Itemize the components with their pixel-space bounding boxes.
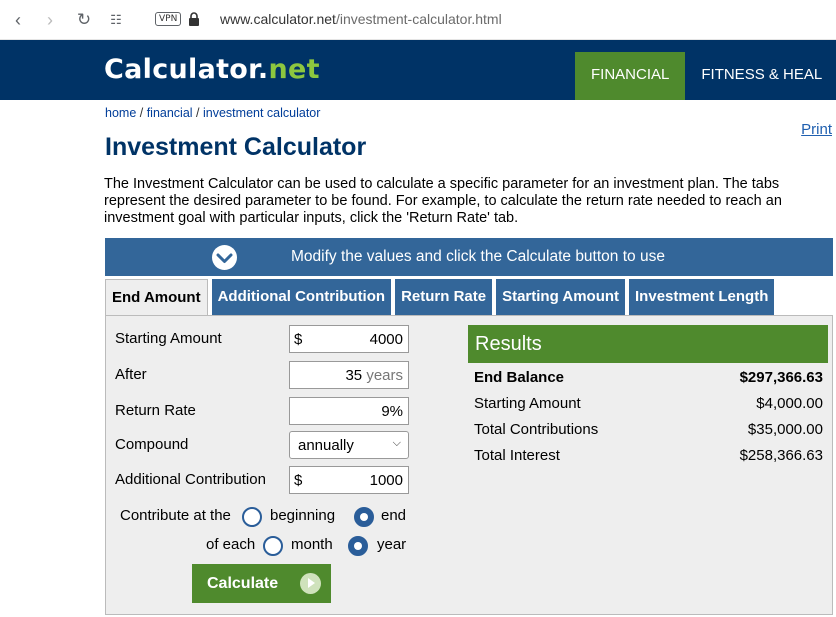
- currency-prefix: $: [294, 331, 303, 348]
- logo-dot: .: [257, 54, 269, 85]
- site-logo[interactable]: Calculator.net: [104, 54, 320, 85]
- page-title: Investment Calculator: [105, 133, 367, 161]
- tab-end-amount[interactable]: End Amount: [105, 279, 208, 316]
- after-value-wrap: 35 years: [345, 367, 403, 384]
- after-years-input[interactable]: 35 years: [289, 361, 409, 389]
- starting-amount-input[interactable]: $ 4000: [289, 325, 409, 353]
- year-label[interactable]: year: [377, 536, 406, 553]
- after-label: After: [115, 366, 147, 383]
- starting-amount-label: Starting Amount: [115, 330, 222, 347]
- results-header: Results: [468, 325, 828, 363]
- compound-label: Compound: [115, 436, 189, 453]
- contribute-at-label: Contribute at the: [120, 507, 231, 524]
- result-label: Starting Amount: [474, 395, 581, 412]
- intro-text: The Investment Calculator can be used to…: [104, 176, 782, 226]
- banner-text: Modify the values and click the Calculat…: [291, 248, 665, 265]
- url-path: /investment-calculator.html: [335, 11, 502, 27]
- url-host: www.calculator.net: [220, 11, 336, 27]
- after-value: 35: [345, 367, 363, 384]
- starting-amount-value: 4000: [369, 331, 403, 348]
- radio-month[interactable]: [263, 536, 283, 556]
- of-each-label: of each: [206, 536, 256, 553]
- end-label[interactable]: end: [381, 507, 406, 524]
- address-bar[interactable]: www.calculator.net/investment-calculator…: [220, 11, 502, 27]
- month-label[interactable]: month: [291, 536, 333, 553]
- play-arrow-icon: [300, 573, 321, 594]
- breadcrumb-home[interactable]: home: [105, 106, 136, 120]
- years-unit: years: [366, 367, 403, 384]
- result-label: Total Contributions: [474, 421, 599, 438]
- breadcrumb-sep: /: [192, 106, 203, 120]
- modify-banner[interactable]: Modify the values and click the Calculat…: [105, 238, 833, 276]
- radio-end[interactable]: [354, 507, 374, 527]
- result-value: $258,366.63: [739, 447, 823, 464]
- lock-icon: [189, 12, 199, 26]
- calculator-panel: Starting Amount $ 4000 After 35 years Re…: [105, 315, 833, 615]
- logo-main: Calculator: [104, 54, 258, 85]
- result-value: $297,366.63: [739, 369, 823, 386]
- calculate-button[interactable]: Calculate: [192, 564, 331, 603]
- chevron-down-icon[interactable]: [212, 245, 237, 270]
- breadcrumb-sep: /: [136, 106, 147, 120]
- radio-beginning[interactable]: [242, 507, 262, 527]
- compound-select[interactable]: annually ⌵: [289, 431, 409, 459]
- tab-investment-length[interactable]: Investment Length: [629, 279, 775, 316]
- currency-prefix: $: [294, 472, 303, 489]
- breadcrumb: home / financial / investment calculator: [105, 106, 320, 120]
- result-label: End Balance: [474, 369, 565, 386]
- back-arrow-icon[interactable]: ‹: [6, 8, 30, 32]
- forward-arrow-icon[interactable]: ›: [38, 8, 62, 32]
- radio-year[interactable]: [348, 536, 368, 556]
- result-label: Total Interest: [474, 447, 560, 464]
- vpn-badge[interactable]: VPN: [155, 12, 182, 26]
- tab-starting-amount[interactable]: Starting Amount: [496, 279, 626, 316]
- calculator-tabs: End Amount Additional Contribution Retur…: [105, 279, 778, 316]
- logo-net: net: [268, 54, 320, 85]
- breadcrumb-current[interactable]: investment calculator: [203, 106, 320, 120]
- return-rate-label: Return Rate: [115, 402, 196, 419]
- breadcrumb-financial[interactable]: financial: [147, 106, 193, 120]
- browser-toolbar: ‹ › ↻ ☷ VPN www.calculator.net/investmen…: [0, 0, 836, 40]
- top-nav: FINANCIAL FITNESS & HEAL: [575, 52, 836, 100]
- beginning-label[interactable]: beginning: [270, 507, 335, 524]
- nav-fitness-health[interactable]: FITNESS & HEAL: [685, 52, 836, 100]
- chevron-down-icon: ⌵: [392, 437, 401, 449]
- result-value: $4,000.00: [756, 395, 823, 412]
- tabs-grid-icon[interactable]: ☷: [104, 8, 128, 32]
- tab-additional-contribution[interactable]: Additional Contribution: [211, 279, 392, 316]
- calculate-label: Calculate: [207, 575, 279, 592]
- nav-financial[interactable]: FINANCIAL: [575, 52, 686, 100]
- additional-contribution-input[interactable]: $ 1000: [289, 466, 409, 494]
- site-header: Calculator.net FINANCIAL FITNESS & HEAL: [0, 40, 836, 100]
- additional-contribution-value: 1000: [369, 472, 403, 489]
- return-rate-input[interactable]: 9%: [289, 397, 409, 425]
- additional-contribution-label: Additional Contribution: [115, 471, 266, 488]
- reload-icon[interactable]: ↻: [72, 8, 96, 32]
- print-link[interactable]: Print: [801, 121, 832, 138]
- compound-value: annually: [298, 437, 354, 454]
- result-value: $35,000.00: [747, 421, 823, 438]
- tab-return-rate[interactable]: Return Rate: [395, 279, 493, 316]
- return-rate-value: 9%: [381, 403, 403, 420]
